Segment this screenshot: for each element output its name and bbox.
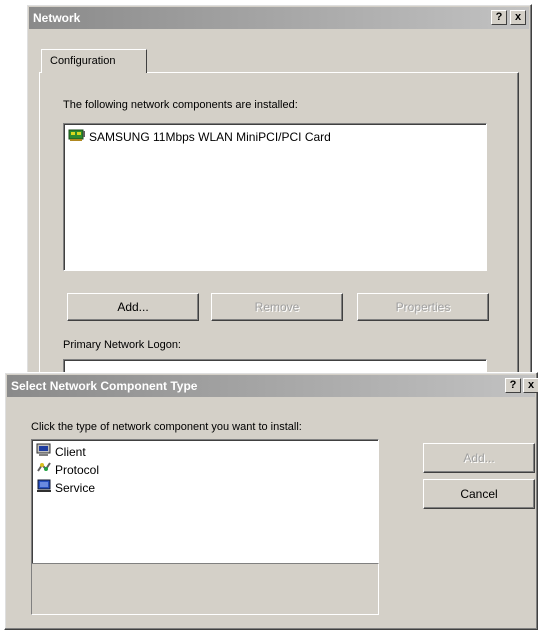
description-box bbox=[31, 563, 379, 615]
protocol-icon bbox=[36, 461, 52, 480]
network-dialog-title: Network bbox=[33, 11, 81, 25]
help-button[interactable]: ? bbox=[491, 10, 507, 25]
remove-button[interactable]: Remove bbox=[211, 293, 343, 321]
list-item-protocol[interactable]: Protocol bbox=[36, 461, 99, 479]
component-label: SAMSUNG 11Mbps WLAN MiniPCI/PCI Card bbox=[89, 130, 331, 144]
type-label: Service bbox=[55, 481, 96, 495]
close-button[interactable]: x bbox=[523, 378, 538, 393]
help-button[interactable]: ? bbox=[505, 378, 521, 393]
instruction-label: Click the type of network component you … bbox=[31, 421, 302, 433]
list-item[interactable]: SAMSUNG 11Mbps WLAN MiniPCI/PCI Card bbox=[68, 128, 331, 146]
component-type-list[interactable]: Client Protocol Service bbox=[31, 439, 379, 579]
service-icon bbox=[36, 479, 52, 498]
add-button[interactable]: Add... bbox=[423, 443, 535, 473]
network-card-icon bbox=[68, 128, 86, 147]
list-item-service[interactable]: Service bbox=[36, 479, 95, 497]
network-dialog: Network ? x Configuration The following … bbox=[26, 4, 532, 382]
properties-button[interactable]: Properties bbox=[357, 293, 489, 321]
select-dialog-title: Select Network Component Type bbox=[11, 379, 198, 393]
type-label: Client bbox=[55, 445, 86, 459]
installed-label: The following network components are ins… bbox=[63, 99, 298, 111]
cancel-button[interactable]: Cancel bbox=[423, 479, 535, 509]
network-dialog-titlebar[interactable]: Network ? x bbox=[29, 7, 529, 29]
close-button[interactable]: x bbox=[510, 10, 526, 25]
primary-logon-label: Primary Network Logon: bbox=[63, 339, 181, 351]
select-dialog-titlebar[interactable]: Select Network Component Type ? x bbox=[7, 375, 538, 397]
tab-configuration[interactable]: Configuration bbox=[41, 49, 147, 73]
client-icon bbox=[36, 443, 52, 462]
type-label: Protocol bbox=[55, 463, 100, 477]
components-list[interactable]: SAMSUNG 11Mbps WLAN MiniPCI/PCI Card bbox=[63, 123, 487, 271]
select-component-dialog: Select Network Component Type ? x Click … bbox=[4, 372, 538, 630]
tab-label: Configuration bbox=[50, 55, 116, 67]
add-button[interactable]: Add... bbox=[67, 293, 199, 321]
list-item-client[interactable]: Client bbox=[36, 443, 86, 461]
